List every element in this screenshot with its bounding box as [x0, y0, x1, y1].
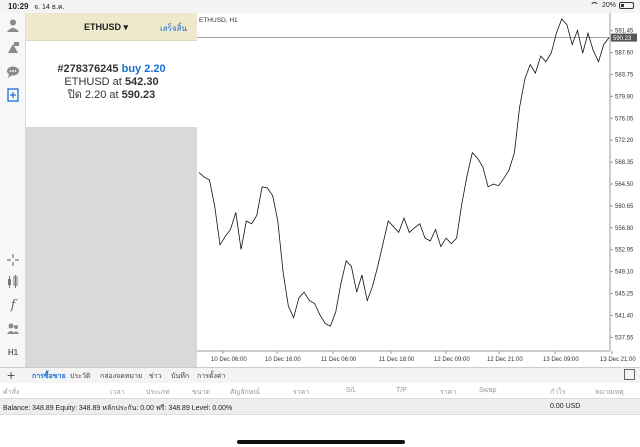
done-button[interactable]: เสร็จสิ้น — [160, 22, 187, 35]
price-label: 545.25 — [615, 292, 634, 298]
balance-bar: Balance: 348.89 Equity: 348.89 หลักประกั… — [0, 399, 640, 415]
bottom-area — [0, 415, 640, 447]
price-label: 549.10 — [615, 270, 634, 276]
chart-svg[interactable]: ETHUSD, H1591.45587.60583.75579.90576.05… — [197, 13, 640, 367]
price-label: 537.55 — [615, 335, 634, 341]
time-label: 12 Dec 09:00 — [434, 357, 470, 363]
current-price-label: 590.23 — [613, 36, 632, 42]
ticket-number: #278376245 — [57, 63, 119, 75]
time-label: 11 Dec 18:00 — [379, 357, 415, 363]
timeframe-button[interactable]: H1 — [4, 343, 22, 361]
column-header: ประเภท — [146, 389, 170, 396]
balance-summary: Balance: 348.89 Equity: 348.89 หลักประกั… — [3, 405, 233, 412]
price-label: 572.20 — [615, 138, 634, 144]
time-label: 12 Dec 21:00 — [487, 357, 523, 363]
battery-percent: 20% — [601, 2, 616, 9]
tab-2[interactable]: กล่องจดหมาย — [100, 371, 142, 382]
column-header: S/L — [346, 387, 357, 394]
column-header: T/P — [396, 387, 407, 394]
price-label: 576.05 — [615, 116, 634, 122]
close-prefix: ปิด 2.20 at — [67, 89, 119, 101]
price-label: 583.75 — [615, 72, 634, 78]
price-label: 556.80 — [615, 226, 634, 232]
column-header: Swap — [479, 387, 497, 394]
column-header: กำไร — [550, 389, 566, 396]
open-price: 542.30 — [124, 76, 159, 88]
layout-icon[interactable] — [624, 369, 635, 380]
time-label: 11 Dec 06:00 — [321, 357, 357, 363]
home-indicator[interactable] — [237, 440, 405, 444]
left-toolbar: f H1 — [0, 13, 26, 367]
battery-icon — [619, 2, 634, 9]
date: จ. 14 ธ.ค. — [34, 4, 65, 11]
open-line: ETHUSD at 542.30 — [26, 76, 197, 89]
open-prefix: ETHUSD at — [64, 76, 122, 88]
column-header: คำสั่ง — [3, 389, 20, 396]
new-order-icon[interactable] — [4, 86, 22, 104]
price-label: 568.35 — [615, 160, 634, 166]
trade-icon[interactable] — [4, 39, 22, 57]
tab-5[interactable]: การตั้งค่า — [197, 371, 226, 382]
clock: 10:29 — [8, 2, 29, 11]
price-label: 579.90 — [615, 94, 634, 100]
symbol-selector[interactable]: ETHUSD ▾ — [84, 22, 128, 33]
tab-1[interactable]: ประวัติ — [70, 371, 90, 382]
price-series-line — [198, 18, 610, 327]
status-bar: 10:29 จ. 14 ธ.ค. 20% — [0, 0, 640, 13]
status-right: 20% — [589, 2, 634, 9]
side-lots: buy 2.20 — [121, 63, 166, 75]
column-header: เวลา — [110, 389, 125, 396]
column-header: ราคา — [440, 389, 457, 396]
close-line: ปิด 2.20 at 590.23 — [26, 89, 197, 102]
tab-3[interactable]: ข่าว — [149, 371, 162, 382]
price-label: 552.95 — [615, 248, 634, 254]
table-header: คำสั่ง เวลา ประเภท ขนาด สัญลักษณ์ ราคา S/L T/P ร… — [0, 383, 640, 399]
add-icon[interactable]: + — [7, 367, 15, 383]
price-label: 560.65 — [615, 204, 634, 210]
column-header: หมายเหตุ — [595, 389, 624, 396]
order-header: ETHUSD ▾ เสร็จสิ้น — [26, 13, 197, 41]
tabs-bar: + การซื้อขาย ประวัติ กล่องจดหมาย ข่าว บันทึก… — [0, 367, 640, 383]
price-label: 587.60 — [615, 51, 634, 57]
close-price: 590.23 — [121, 89, 156, 101]
column-header: ราคา — [293, 389, 310, 396]
time-label: 10 Dec 06:00 — [211, 357, 247, 363]
time-label: 13 Dec 09:00 — [543, 357, 579, 363]
tab-4[interactable]: บันทึก — [171, 371, 189, 382]
time-label: 13 Dec 21:00 — [600, 357, 636, 363]
time-label: 10 Dec 16:00 — [265, 357, 301, 363]
chart-title: ETHUSD, H1 — [199, 17, 238, 24]
price-chart[interactable]: ETHUSD, H1 591.45 587.60 583.75 579.90 576.05… — [197, 13, 640, 367]
wifi-icon — [589, 2, 599, 9]
order-details: #278376245 buy 2.20 ETHUSD at 542.30 ปิด… — [26, 41, 197, 102]
column-header: สัญลักษณ์ — [230, 389, 260, 396]
symbol-label: ETHUSD — [84, 22, 122, 32]
crosshair-icon[interactable] — [4, 251, 22, 269]
function-icon[interactable]: f — [4, 296, 22, 314]
indicators-icon[interactable] — [4, 273, 22, 291]
chevron-down-icon: ▾ — [123, 22, 129, 32]
chat-icon[interactable] — [4, 63, 22, 81]
tab-0[interactable]: การซื้อขาย — [32, 371, 66, 382]
ticket-line: #278376245 buy 2.20 — [26, 63, 197, 76]
order-panel: ETHUSD ▾ เสร็จสิ้น #278376245 buy 2.20 E… — [26, 13, 197, 127]
account-icon[interactable] — [4, 16, 22, 34]
price-label: 541.40 — [615, 313, 634, 319]
empty-panel — [26, 127, 197, 367]
column-header: ขนาด — [192, 389, 211, 396]
price-label: 564.50 — [615, 182, 634, 188]
objects-icon[interactable] — [4, 319, 22, 337]
profit-total: 0.00 USD — [550, 403, 581, 410]
